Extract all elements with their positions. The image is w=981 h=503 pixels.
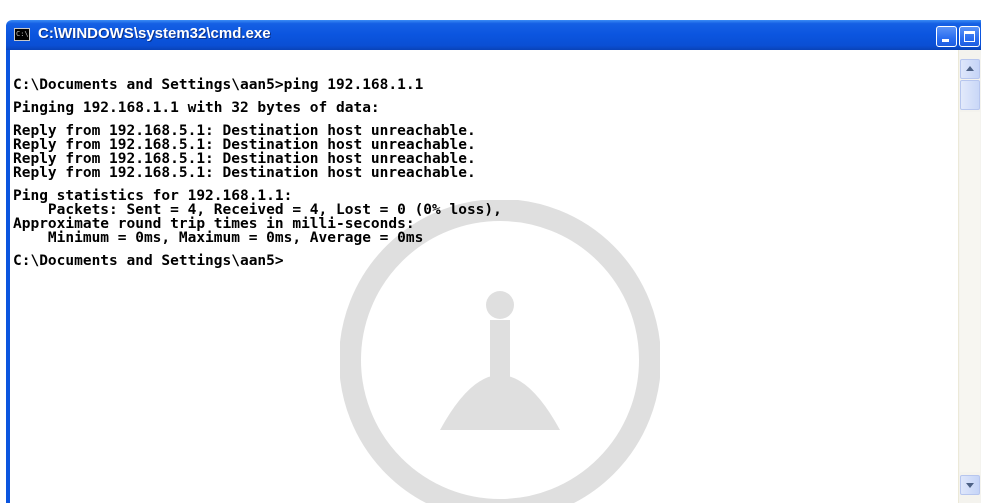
console-output-area[interactable]: C:\Documents and Settings\aan5>ping 192.… (10, 50, 958, 503)
cmd-icon-glyph: C:\ (16, 30, 29, 38)
scroll-track[interactable] (960, 112, 980, 472)
cmd-window: C:\ C:\WINDOWS\system32\cmd.exe × C:\Doc… (0, 0, 981, 503)
cmd-console-icon[interactable]: C:\ (14, 28, 30, 41)
console-line: Ping statistics for 192.168.1.1: (13, 188, 293, 204)
vertical-scrollbar[interactable] (958, 50, 981, 503)
console-line: Pinging 192.168.1.1 with 32 bytes of dat… (13, 100, 380, 116)
minimize-button[interactable] (936, 26, 957, 47)
console-line: Approximate round trip times in milli-se… (13, 216, 415, 232)
console-line: Reply from 192.168.5.1: Destination host… (13, 151, 476, 167)
maximize-button[interactable] (959, 26, 980, 47)
scroll-thumb[interactable] (960, 80, 980, 110)
console-line: C:\Documents and Settings\aan5>ping 192.… (13, 77, 424, 93)
console-text: C:\Documents and Settings\aan5>ping 192.… (13, 77, 502, 269)
scroll-down-arrow-icon (966, 483, 974, 488)
title-bar[interactable]: C:\ C:\WINDOWS\system32\cmd.exe × (6, 20, 981, 50)
console-line: Reply from 192.168.5.1: Destination host… (13, 137, 476, 153)
scroll-up-button[interactable] (960, 59, 980, 79)
window-title: C:\WINDOWS\system32\cmd.exe (38, 25, 271, 42)
console-line: Packets: Sent = 4, Received = 4, Lost = … (13, 202, 502, 218)
scroll-up-arrow-icon (966, 66, 974, 71)
scroll-down-button[interactable] (960, 475, 980, 495)
console-line: Reply from 192.168.5.1: Destination host… (13, 165, 476, 181)
console-line: Reply from 192.168.5.1: Destination host… (13, 123, 476, 139)
minimize-icon (942, 39, 949, 42)
console-line: Minimum = 0ms, Maximum = 0ms, Average = … (13, 230, 424, 246)
maximize-icon (964, 31, 975, 42)
console-prompt[interactable]: C:\Documents and Settings\aan5> (13, 254, 502, 269)
